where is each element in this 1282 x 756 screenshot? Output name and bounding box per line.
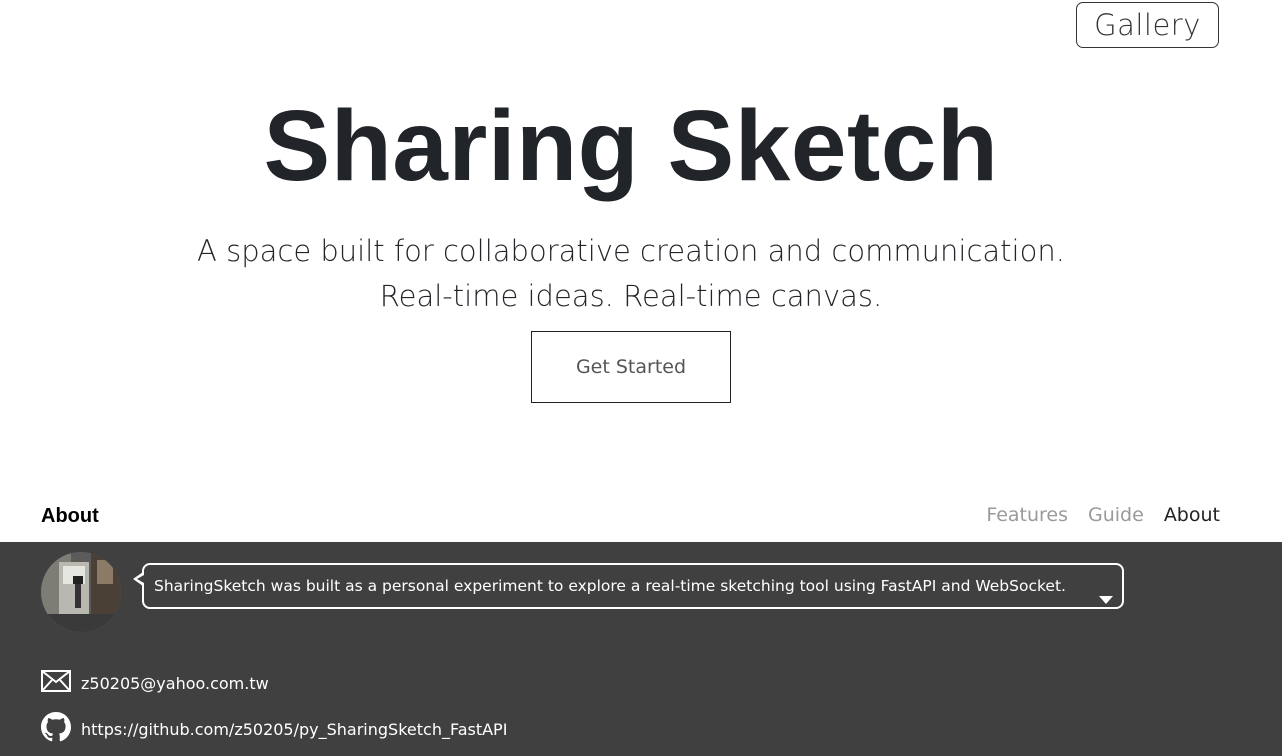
gallery-button[interactable]: Gallery (1076, 2, 1219, 48)
avatar (41, 552, 121, 632)
tagline-line-1: A space built for collaborative creation… (197, 234, 1065, 268)
section-label: About (41, 505, 99, 527)
nav-features-link[interactable]: Features (986, 504, 1068, 526)
nav-about-link[interactable]: About (1164, 504, 1220, 526)
about-message-bubble: SharingSketch was built as a personal ex… (142, 563, 1124, 609)
github-row: https://github.com/z50205/py_SharingSket… (41, 712, 507, 746)
github-icon (41, 712, 71, 746)
avatar-photo (41, 552, 121, 632)
landing-page: Gallery Sharing Sketch A space built for… (0, 0, 1282, 756)
get-started-button[interactable]: Get Started (531, 331, 731, 403)
nav-guide-link[interactable]: Guide (1088, 504, 1144, 526)
envelope-icon (41, 670, 71, 696)
hero-title: Sharing Sketch (263, 90, 999, 202)
github-link[interactable]: https://github.com/z50205/py_SharingSket… (81, 720, 507, 739)
tagline-line-2: Real-time ideas. Real-time canvas. (379, 279, 883, 313)
email-row: z50205@yahoo.com.tw (41, 670, 269, 696)
section-nav: Features Guide About (986, 504, 1220, 526)
email-link[interactable]: z50205@yahoo.com.tw (81, 674, 269, 693)
expand-caret-icon[interactable] (1099, 596, 1113, 604)
bubble-tail-inner (137, 575, 144, 583)
about-message-text: SharingSketch was built as a personal ex… (154, 577, 1066, 595)
